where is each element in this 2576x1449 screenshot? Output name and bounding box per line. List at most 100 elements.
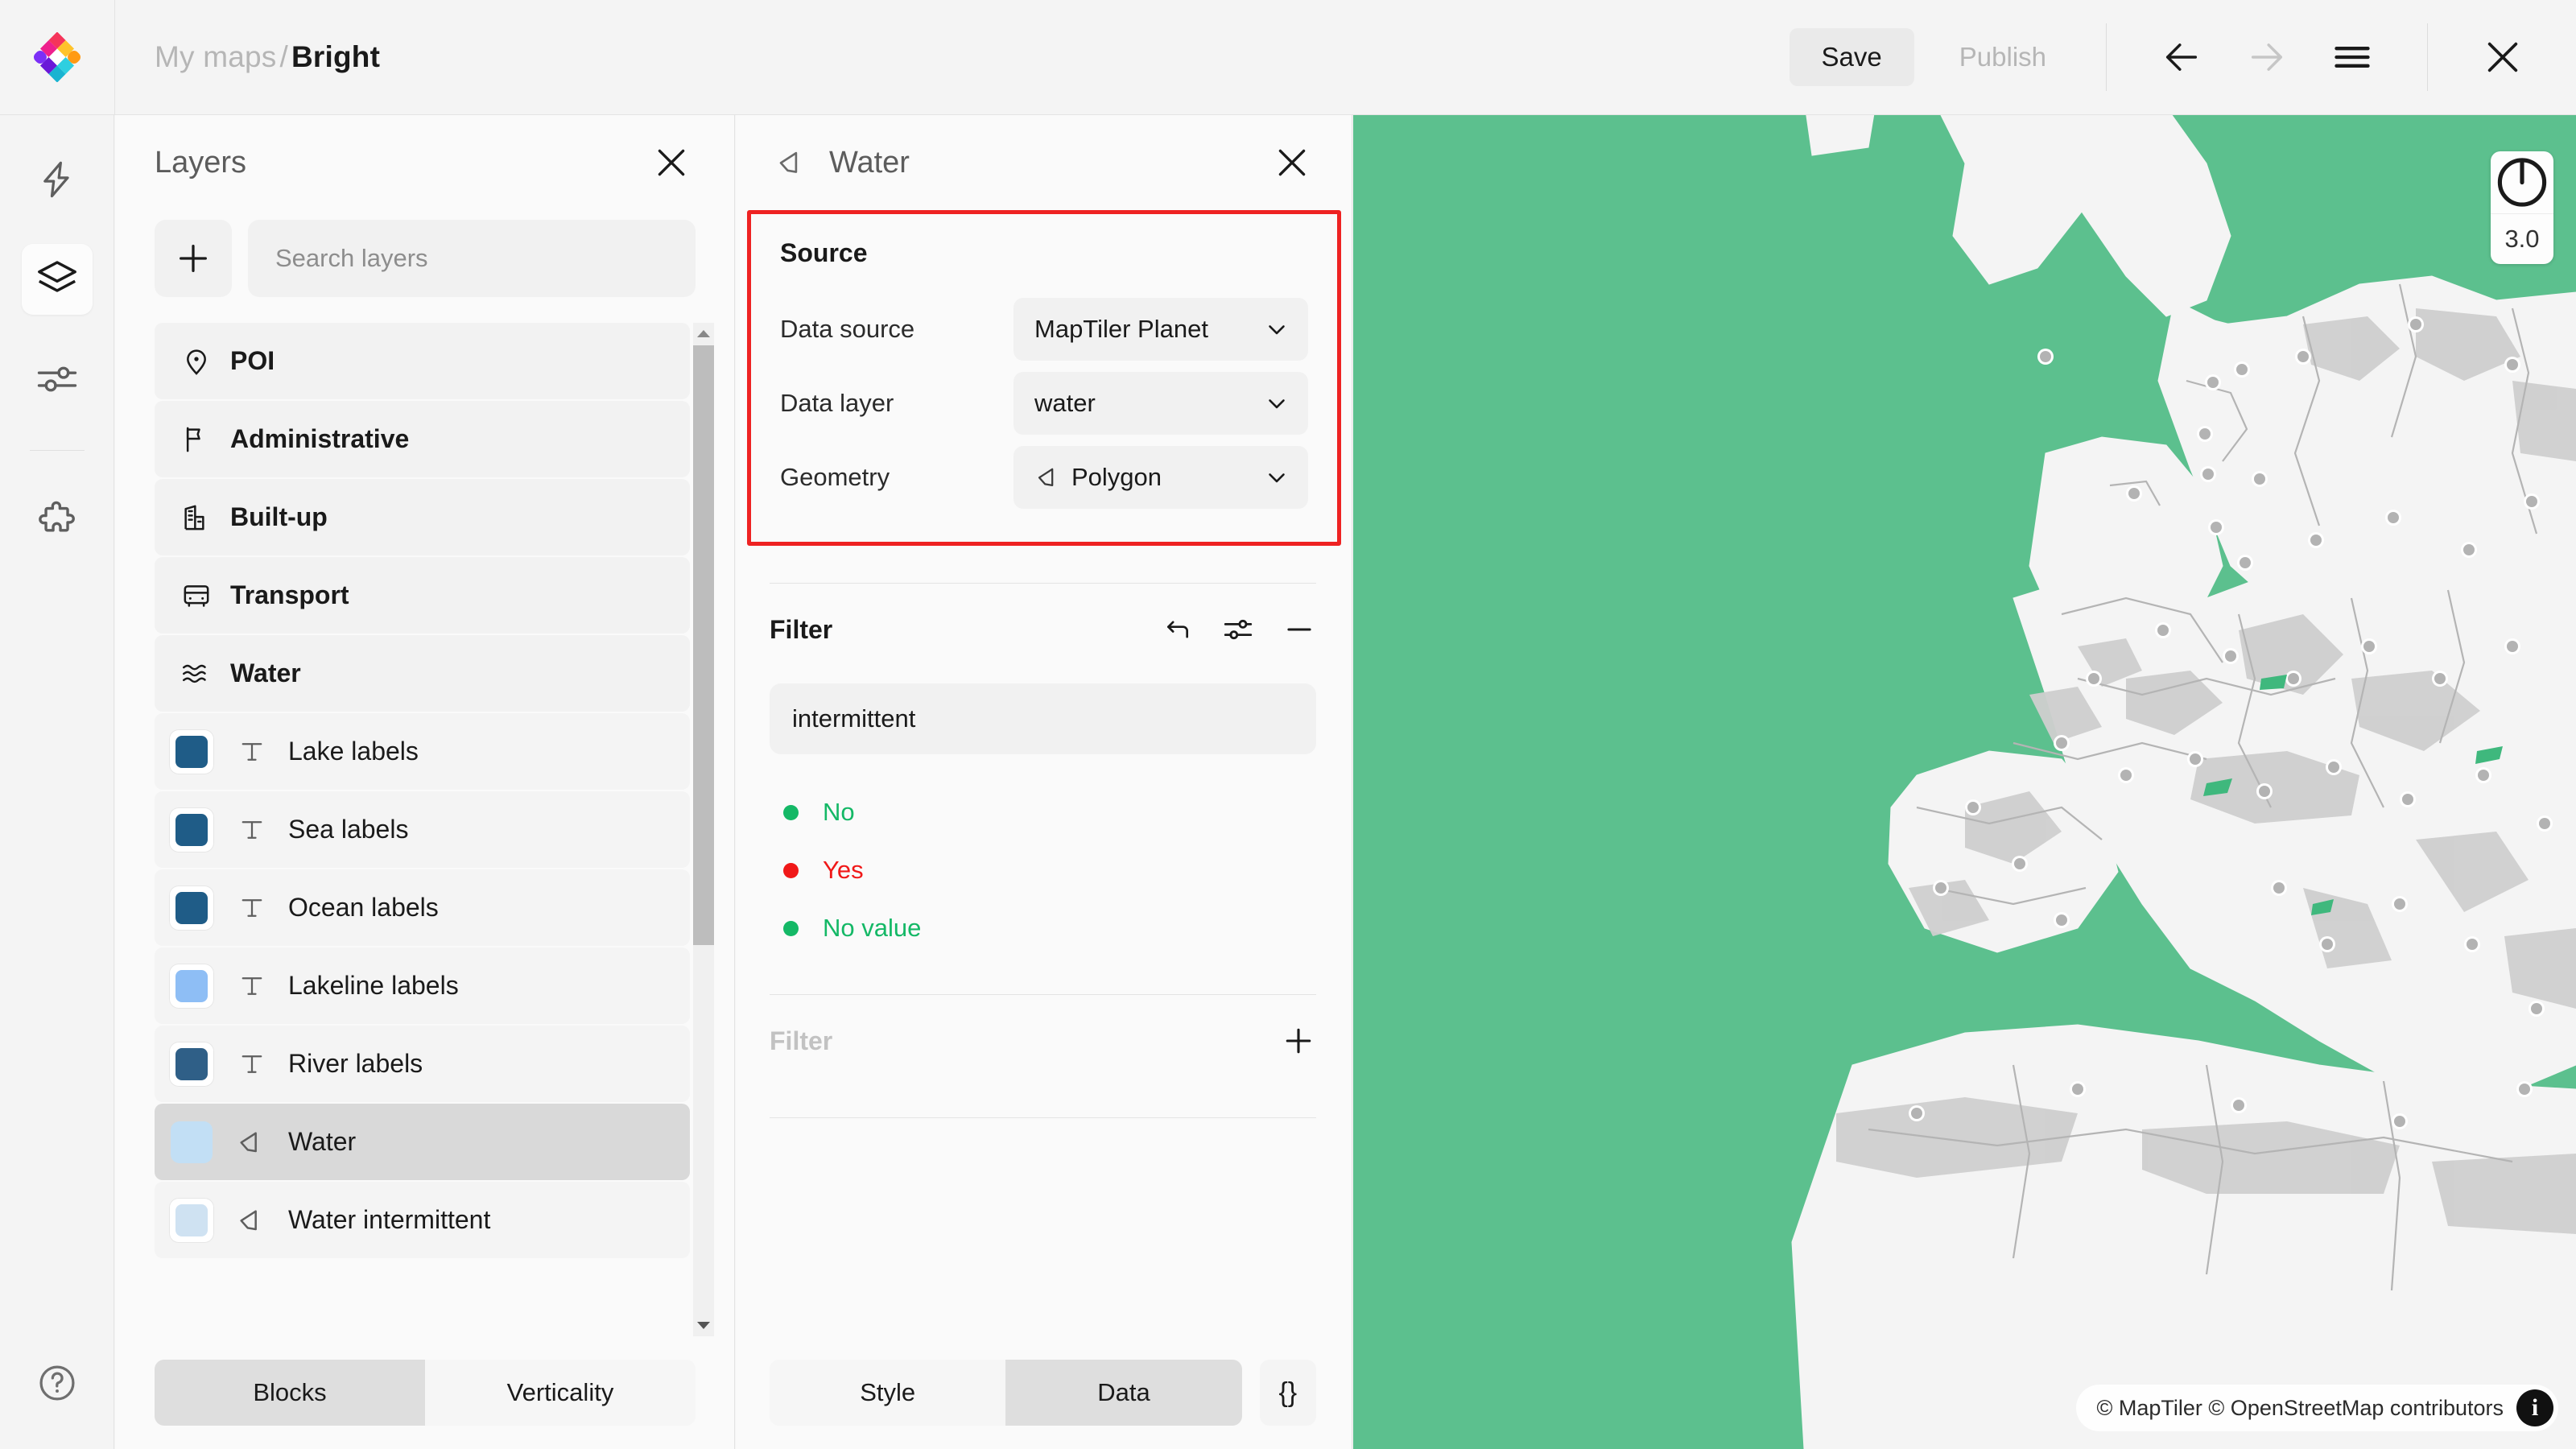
- info-icon[interactable]: i: [2516, 1389, 2553, 1426]
- source-section-title: Source: [780, 238, 868, 267]
- detail-panel-close-button[interactable]: [1268, 138, 1316, 187]
- left-rail: [0, 115, 114, 1449]
- arrow-left-icon: [2165, 43, 2198, 71]
- scroll-up-arrow-icon[interactable]: [693, 323, 714, 344]
- compass-button[interactable]: [2491, 151, 2553, 214]
- filter-section-title: Filter: [770, 614, 833, 644]
- tab-data[interactable]: Data: [1005, 1360, 1242, 1426]
- plus-icon: [1286, 1028, 1311, 1054]
- forward-button[interactable]: [2235, 26, 2298, 89]
- layer-item-label: Lakeline labels: [288, 971, 459, 1000]
- undo-arrow-icon: [1167, 621, 1188, 638]
- filter-value-no-value[interactable]: No value: [770, 899, 1316, 957]
- layers-scrollbar[interactable]: [693, 323, 714, 1336]
- geometry-select[interactable]: Polygon: [1013, 446, 1308, 509]
- flag-icon: [174, 423, 219, 456]
- layer-color-swatch[interactable]: [169, 963, 214, 1009]
- save-button[interactable]: Save: [1789, 28, 1914, 86]
- filter-undo-button[interactable]: [1162, 613, 1194, 646]
- layer-color-swatch[interactable]: [169, 729, 214, 774]
- text-icon: [229, 737, 275, 766]
- polygon-icon: [770, 146, 815, 180]
- top-bar: My maps / Bright Save Publish: [0, 0, 2576, 115]
- layer-group-poi[interactable]: POI: [155, 323, 690, 399]
- logo-cell[interactable]: [0, 0, 115, 114]
- hamburger-menu-icon: [2334, 47, 2370, 68]
- data-layer-select[interactable]: water: [1013, 372, 1308, 435]
- back-button[interactable]: [2150, 26, 2213, 89]
- layer-color-swatch[interactable]: [169, 885, 214, 931]
- layer-item-river-labels[interactable]: River labels: [155, 1026, 690, 1102]
- tab-verticality[interactable]: Verticality: [425, 1360, 696, 1426]
- filter-property-input[interactable]: intermittent: [770, 683, 1316, 754]
- scroll-down-arrow-icon[interactable]: [693, 1315, 714, 1336]
- layer-group-transport[interactable]: Transport: [155, 557, 690, 634]
- json-view-button[interactable]: {}: [1259, 1360, 1316, 1426]
- layer-item-lakeline-labels[interactable]: Lakeline labels: [155, 947, 690, 1024]
- layer-color-swatch[interactable]: [169, 1120, 214, 1165]
- breadcrumb-separator: /: [279, 40, 288, 73]
- plus-icon: [180, 245, 207, 272]
- close-icon: [658, 149, 685, 176]
- layer-item-water[interactable]: Water: [155, 1104, 690, 1180]
- sliders-icon: [37, 366, 76, 392]
- tab-blocks[interactable]: Blocks: [155, 1360, 425, 1426]
- data-source-select[interactable]: MapTiler Planet: [1013, 298, 1308, 361]
- add-filter-title: Filter: [770, 1026, 833, 1055]
- breadcrumb-root[interactable]: My maps: [155, 40, 276, 73]
- layer-item-label: Water intermittent: [288, 1205, 491, 1234]
- field-label: Geometry: [780, 463, 890, 491]
- layer-group-built-up[interactable]: Built-up: [155, 479, 690, 555]
- filter-settings-button[interactable]: [1221, 613, 1255, 646]
- layers-scroll-content: POI Administrative Built-up Transport Wa…: [155, 323, 690, 1258]
- layer-color-swatch[interactable]: [169, 1197, 214, 1243]
- filter-value-no[interactable]: No: [770, 783, 1316, 841]
- polygon-icon: [229, 1126, 275, 1158]
- layers-panel-close-button[interactable]: [647, 138, 696, 187]
- text-icon: [229, 815, 275, 844]
- publish-button[interactable]: Publish: [1932, 28, 2074, 86]
- layer-color-swatch[interactable]: [169, 807, 214, 852]
- scrollbar-thumb[interactable]: [693, 345, 714, 945]
- help-button[interactable]: [22, 1348, 93, 1418]
- polygon-icon: [1034, 463, 1071, 492]
- filter-section-header: Filter: [770, 590, 1316, 669]
- rail-divider: [29, 450, 85, 451]
- add-layer-button[interactable]: [155, 220, 232, 297]
- divider: [2427, 23, 2428, 91]
- rail-item-settings[interactable]: [22, 344, 93, 415]
- map-pin-icon: [174, 345, 219, 378]
- layers-icon: [37, 261, 76, 292]
- divider: [770, 583, 1316, 584]
- chevron-down-icon: [1263, 464, 1290, 491]
- filter-collapse-button[interactable]: [1282, 613, 1316, 646]
- filter-value-yes[interactable]: Yes: [770, 841, 1316, 899]
- layer-group-administrative[interactable]: Administrative: [155, 401, 690, 477]
- close-icon: [1278, 149, 1306, 176]
- menu-button[interactable]: [2321, 26, 2384, 89]
- tab-style[interactable]: Style: [770, 1360, 1006, 1426]
- layer-item-sea-labels[interactable]: Sea labels: [155, 791, 690, 868]
- layer-item-lake-labels[interactable]: Lake labels: [155, 713, 690, 790]
- layers-panel-title: Layers: [155, 145, 247, 180]
- search-layers-input[interactable]: [248, 220, 696, 297]
- layer-item-water-intermittent[interactable]: Water intermittent: [155, 1182, 690, 1258]
- layer-group-water[interactable]: Water: [155, 635, 690, 712]
- rail-item-plugins[interactable]: [22, 486, 93, 557]
- rail-item-layers[interactable]: [21, 244, 93, 315]
- zoom-level-indicator[interactable]: 3.0: [2491, 214, 2553, 264]
- field-label: Data source: [780, 315, 915, 343]
- divider: [770, 994, 1316, 995]
- rail-item-quick-actions[interactable]: [22, 144, 93, 215]
- layer-color-swatch[interactable]: [169, 1041, 214, 1087]
- polygon-icon: [229, 1204, 275, 1236]
- data-layer-value: water: [1034, 389, 1096, 417]
- layer-item-label: Sea labels: [288, 815, 409, 844]
- add-filter-button[interactable]: [1281, 1023, 1316, 1059]
- layer-item-ocean-labels[interactable]: Ocean labels: [155, 869, 690, 946]
- map-canvas[interactable]: 3.0 © MapTiler © OpenStreetMap contribut…: [1353, 115, 2576, 1449]
- close-editor-button[interactable]: [2471, 26, 2534, 89]
- layers-search-row: [115, 218, 734, 299]
- layer-group-label: Built-up: [230, 502, 328, 531]
- field-row-geometry: Geometry Polygon: [751, 440, 1337, 514]
